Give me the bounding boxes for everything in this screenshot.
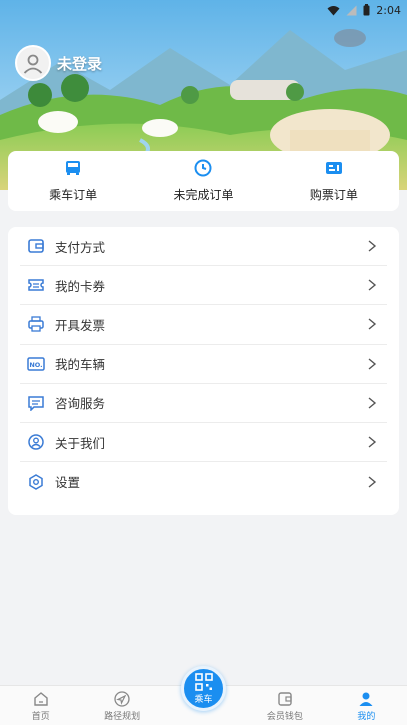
ticket-icon [325, 159, 343, 181]
unfinished-orders-button[interactable]: 未完成订单 [138, 151, 268, 211]
menu-label: 我的卡券 [55, 278, 106, 294]
signal-icon [346, 5, 357, 16]
settings-menu: 支付方式 我的卡券 开具发票 NO. 我的车辆 咨询服务 关于我们 设置 [8, 227, 399, 515]
bus-icon [64, 159, 82, 181]
chevron-right-icon [368, 436, 377, 448]
menu-item-consulting[interactable]: 咨询服务 [20, 384, 387, 423]
battery-icon [363, 4, 370, 16]
wifi-icon [327, 5, 340, 16]
menu-item-invoice[interactable]: 开具发票 [20, 305, 387, 345]
chevron-right-icon [368, 279, 377, 291]
chevron-right-icon [368, 358, 377, 370]
avatar [15, 45, 51, 81]
menu-label: 支付方式 [55, 239, 106, 255]
navigation-icon [114, 691, 130, 707]
settings-icon [26, 472, 46, 492]
svg-text:NO.: NO. [29, 361, 42, 369]
menu-item-vehicles[interactable]: NO. 我的车辆 [20, 345, 387, 384]
menu-label: 关于我们 [55, 435, 106, 451]
chevron-right-icon [368, 397, 377, 409]
status-bar: 2:04 [0, 0, 407, 20]
menu-label: 我的车辆 [55, 357, 106, 373]
tab-home[interactable]: 首页 [0, 686, 81, 725]
home-icon [34, 692, 48, 706]
orders-card: 乘车订单 未完成订单 购票订单 [8, 151, 399, 211]
wallet-icon [278, 692, 292, 706]
tab-label: 首页 [31, 712, 50, 722]
tab-label: 会员钱包 [266, 712, 303, 722]
menu-item-payment[interactable]: 支付方式 [20, 227, 387, 267]
tab-label: 路径规划 [104, 712, 141, 722]
tab-mine[interactable]: 我的 [326, 686, 407, 725]
person-icon [26, 432, 46, 452]
chevron-right-icon [368, 318, 377, 331]
printer-icon [26, 314, 46, 334]
chevron-right-icon [368, 240, 377, 252]
ticket-orders-button[interactable]: 购票订单 [269, 151, 399, 211]
license-plate-icon: NO. [26, 354, 46, 374]
person-icon [23, 54, 43, 74]
ride-button[interactable]: 乘车 [181, 666, 226, 711]
menu-item-about[interactable]: 关于我们 [20, 423, 387, 463]
menu-label: 设置 [55, 475, 81, 491]
user-profile[interactable]: 未登录 [15, 45, 102, 81]
chat-icon [26, 393, 46, 413]
chevron-right-icon [368, 476, 377, 488]
wallet-icon [26, 236, 46, 256]
tab-label: 我的 [357, 712, 376, 722]
menu-label: 咨询服务 [55, 396, 106, 412]
person-icon [359, 692, 373, 706]
clock-icon [194, 159, 212, 181]
login-status: 未登录 [57, 54, 103, 73]
menu-item-settings[interactable]: 设置 [20, 462, 387, 501]
order-label: 购票订单 [309, 188, 358, 202]
coupon-icon [26, 275, 46, 295]
order-label: 乘车订单 [49, 188, 98, 202]
menu-label: 开具发票 [55, 317, 106, 333]
tab-route-planning[interactable]: 路径规划 [81, 686, 162, 725]
ride-label: 乘车 [194, 694, 213, 705]
status-time: 2:04 [376, 3, 401, 17]
order-label: 未完成订单 [173, 188, 234, 202]
menu-item-coupons[interactable]: 我的卡券 [20, 266, 387, 306]
qr-code-icon [194, 672, 213, 691]
ride-orders-button[interactable]: 乘车订单 [8, 151, 138, 211]
tab-member-wallet[interactable]: 会员钱包 [244, 686, 325, 725]
